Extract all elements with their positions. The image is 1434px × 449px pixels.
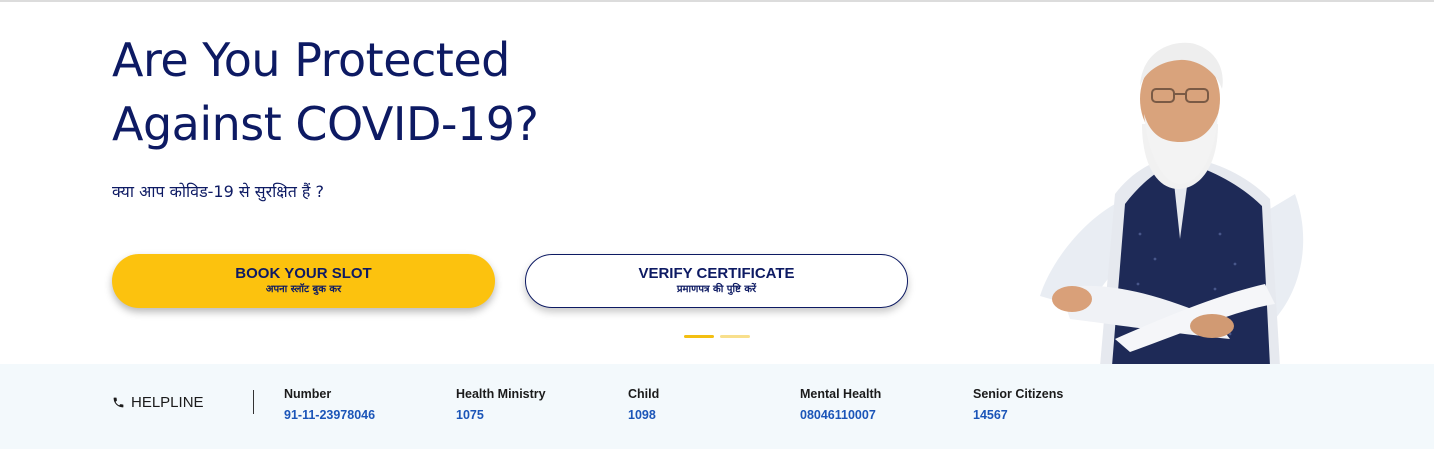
helpline-item-title: Senior Citizens xyxy=(973,387,1064,401)
book-your-slot-button[interactable]: BOOK YOUR SLOT अपना स्लॉट बुक कर xyxy=(112,254,495,308)
helpline-item-value[interactable]: 1098 xyxy=(628,407,659,423)
verify-certificate-button[interactable]: VERIFY CERTIFICATE प्रमाणपत्र की पुष्टि … xyxy=(525,254,908,308)
phone-icon xyxy=(113,397,124,408)
helpline-bar: HELPLINE Number 91-11-23978046 Health Mi… xyxy=(0,364,1434,449)
helpline-item-title: Child xyxy=(628,387,660,401)
helpline-label: HELPLINE xyxy=(112,394,204,411)
helpline-item-value[interactable]: 91-11-23978046 xyxy=(284,407,375,423)
helpline-item-child: Child 1098 xyxy=(628,386,659,423)
helpline-item-title: Mental Health xyxy=(800,387,882,401)
carousel-dot-1[interactable] xyxy=(684,335,714,338)
hero-banner: Are You Protected Against COVID-19? क्या… xyxy=(0,2,1434,366)
helpline-item-value[interactable]: 08046110007 xyxy=(800,407,881,423)
verify-button-sublabel: प्रमाणपत्र की पुष्टि करें xyxy=(676,284,757,295)
carousel-indicators xyxy=(684,335,750,338)
helpline-item-title: Number xyxy=(284,387,332,401)
verify-button-label: VERIFY CERTIFICATE xyxy=(638,265,795,282)
hero-headline: Are You Protected Against COVID-19? xyxy=(112,28,632,156)
helpline-divider xyxy=(253,390,254,414)
carousel-dot-2[interactable] xyxy=(720,335,750,338)
book-button-label: BOOK YOUR SLOT xyxy=(235,265,372,282)
helpline-text: HELPLINE xyxy=(131,394,204,411)
helpline-item-senior-citizens: Senior Citizens 14567 xyxy=(973,386,1063,423)
hero-subtitle: क्या आप कोविड-19 से सुरक्षित हैं ? xyxy=(112,182,325,201)
portrait-image xyxy=(1040,42,1304,366)
helpline-item-mental-health: Mental Health 08046110007 xyxy=(800,386,881,423)
helpline-item-value[interactable]: 1075 xyxy=(456,407,546,423)
helpline-item-number: Number 91-11-23978046 xyxy=(284,386,375,423)
book-button-sublabel: अपना स्लॉट बुक कर xyxy=(265,284,342,295)
headline-line-2: Against COVID-19? xyxy=(112,97,539,151)
helpline-item-value[interactable]: 14567 xyxy=(973,407,1063,423)
helpline-item-title: Health Ministry xyxy=(456,387,546,401)
headline-line-1: Are You Protected xyxy=(112,33,510,87)
helpline-item-health-ministry: Health Ministry 1075 xyxy=(456,386,546,423)
